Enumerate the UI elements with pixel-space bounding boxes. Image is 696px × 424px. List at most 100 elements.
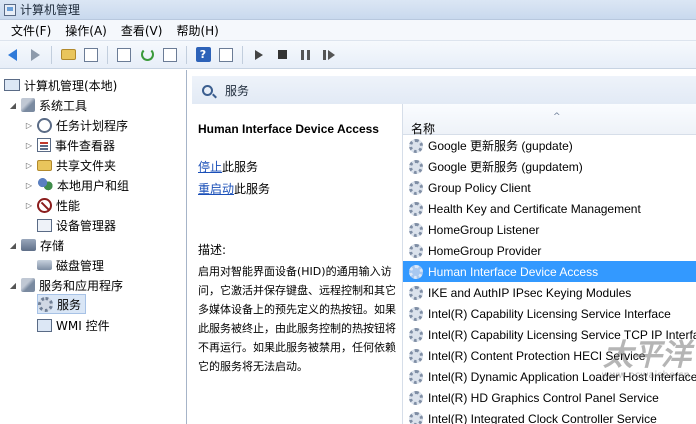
action-pane-icon: [219, 47, 233, 62]
service-name-cell: Intel(R) Capability Licensing Service In…: [428, 306, 671, 321]
tree-item-root[interactable]: 计算机管理(本地): [4, 75, 117, 95]
computer-management-icon: [4, 3, 16, 16]
toolbar-separator: [107, 45, 108, 64]
menu-file[interactable]: 文件(F): [4, 22, 58, 39]
tree-item-services[interactable]: 服务: [37, 294, 87, 314]
service-gear-icon: [409, 222, 423, 237]
tree-label: WMI 控件: [56, 318, 110, 333]
expand-arrow-icon[interactable]: ▷: [24, 201, 34, 210]
storage-icon: [21, 239, 36, 251]
tree-item-local-users[interactable]: ▷ 本地用户和组: [24, 175, 129, 195]
tree-item-device-manager[interactable]: 设备管理器: [37, 215, 116, 235]
stop-service-link[interactable]: 停止: [198, 160, 222, 174]
service-row[interactable]: IKE and AuthIP IPsec Keying Modules: [403, 282, 696, 303]
service-name-cell: Google 更新服务 (gupdate): [428, 139, 573, 153]
service-row[interactable]: Intel(R) HD Graphics Control Panel Servi…: [403, 387, 696, 408]
forward-button[interactable]: [25, 45, 45, 65]
tree-item-services-apps[interactable]: ◢ 服务和应用程序: [8, 275, 123, 295]
collapse-arrow-icon[interactable]: ◢: [8, 241, 18, 250]
export-list-button[interactable]: [160, 45, 180, 65]
service-gear-icon: [409, 264, 423, 279]
service-row[interactable]: Google 更新服务 (gupdatem): [403, 156, 696, 177]
wmi-icon: [37, 318, 52, 332]
service-row[interactable]: Intel(R) Capability Licensing Service In…: [403, 303, 696, 324]
menu-help[interactable]: 帮助(H): [169, 22, 225, 39]
users-icon: [37, 177, 53, 193]
tree-label: 设备管理器: [56, 218, 117, 233]
restart-service-line: 重启动此服务: [198, 180, 396, 197]
stop-service-button[interactable]: [272, 45, 292, 65]
tree-label: 计算机管理(本地): [24, 78, 118, 93]
tree-item-wmi[interactable]: WMI 控件: [37, 315, 110, 335]
toolbar: ?: [0, 41, 696, 69]
window-title: 计算机管理: [20, 3, 81, 17]
description-text: 启用对智能界面设备(HID)的通用输入访问，它激活并保存键盘、远程控制和其它多媒…: [198, 265, 396, 373]
watermark-url: www.pcwaishe.cn: [601, 370, 690, 381]
tree-item-shared-folders[interactable]: ▷ 共享文件夹: [24, 155, 116, 175]
title-bar: 计算机管理: [0, 0, 696, 20]
start-service-button[interactable]: [249, 45, 269, 65]
watermark-logo: 太平洋: [603, 338, 691, 373]
service-row[interactable]: Intel(R) Integrated Clock Controller Ser…: [403, 408, 696, 424]
tree-label: 系统工具: [39, 98, 88, 113]
service-row[interactable]: Health Key and Certificate Management: [403, 198, 696, 219]
restart-service-link[interactable]: 重启动: [198, 182, 234, 196]
menu-bar: 文件(F) 操作(A) 查看(V) 帮助(H): [0, 20, 696, 41]
service-name-cell: HomeGroup Listener: [428, 222, 540, 237]
collapse-arrow-icon[interactable]: ◢: [8, 101, 18, 110]
clock-icon: [37, 117, 52, 133]
menu-view[interactable]: 查看(V): [114, 22, 170, 39]
show-action-pane-button[interactable]: [216, 45, 236, 65]
toolbar-separator: [242, 45, 243, 64]
help-icon: ?: [195, 47, 211, 62]
service-name-cell: Human Interface Device Access: [428, 264, 599, 279]
back-button[interactable]: [2, 45, 22, 65]
collapse-arrow-icon[interactable]: ◢: [8, 281, 18, 290]
service-gear-icon: [409, 138, 423, 153]
play-icon: [255, 49, 263, 60]
expand-arrow-icon[interactable]: ▷: [24, 141, 34, 150]
service-row[interactable]: Human Interface Device Access: [403, 261, 696, 282]
tree-label: 服务和应用程序: [39, 278, 124, 293]
service-name-cell: HomeGroup Provider: [428, 243, 542, 258]
gear-icon: [38, 296, 53, 312]
folder-up-icon: [60, 49, 76, 60]
service-row[interactable]: Google 更新服务 (gupdate): [403, 135, 696, 156]
up-folder-button[interactable]: [58, 45, 78, 65]
service-row[interactable]: HomeGroup Provider: [403, 240, 696, 261]
expand-arrow-icon[interactable]: ▷: [24, 161, 34, 170]
forward-arrow-icon: [30, 48, 40, 61]
tools-icon: [21, 98, 35, 112]
properties-button[interactable]: [114, 45, 134, 65]
menu-action[interactable]: 操作(A): [58, 22, 114, 39]
refresh-icon: [140, 48, 154, 61]
service-gear-icon: [409, 306, 423, 321]
tree-item-storage[interactable]: ◢ 存储: [8, 235, 64, 255]
tree-item-system-tools[interactable]: ◢ 系统工具: [8, 95, 87, 115]
restart-service-button[interactable]: [318, 45, 338, 65]
shared-folder-icon: [37, 159, 52, 171]
restart-suffix: 此服务: [234, 182, 271, 196]
restart-icon: [322, 49, 335, 60]
console-tree-icon: [84, 47, 98, 62]
show-hide-tree-button[interactable]: [81, 45, 101, 65]
expand-arrow-icon[interactable]: ▷: [24, 121, 34, 130]
tree-label: 服务: [57, 297, 82, 312]
tree-item-disk-management[interactable]: 磁盘管理: [37, 255, 104, 275]
tree-item-task-scheduler[interactable]: ▷ 任务计划程序: [24, 115, 128, 135]
service-row[interactable]: Group Policy Client: [403, 177, 696, 198]
expand-arrow-icon[interactable]: ▷: [24, 181, 34, 190]
refresh-button[interactable]: [137, 45, 157, 65]
console-tree: 计算机管理(本地) ◢ 系统工具 ▷ 任务计划程序 ▷ 事件查看器 ▷ 共享文件…: [0, 70, 187, 424]
service-gear-icon: [409, 327, 423, 342]
help-button[interactable]: ?: [193, 45, 213, 65]
pause-service-button[interactable]: [295, 45, 315, 65]
tree-item-performance[interactable]: ▷ 性能: [24, 195, 80, 215]
stop-suffix: 此服务: [222, 160, 259, 174]
column-header-name[interactable]: 名称: [411, 120, 435, 137]
tree-item-event-viewer[interactable]: ▷ 事件查看器: [24, 135, 115, 155]
services-apps-icon: [21, 278, 35, 292]
service-detail-panel: Human Interface Device Access 停止此服务 重启动此…: [192, 104, 402, 424]
service-row[interactable]: HomeGroup Listener: [403, 219, 696, 240]
service-gear-icon: [409, 369, 423, 384]
